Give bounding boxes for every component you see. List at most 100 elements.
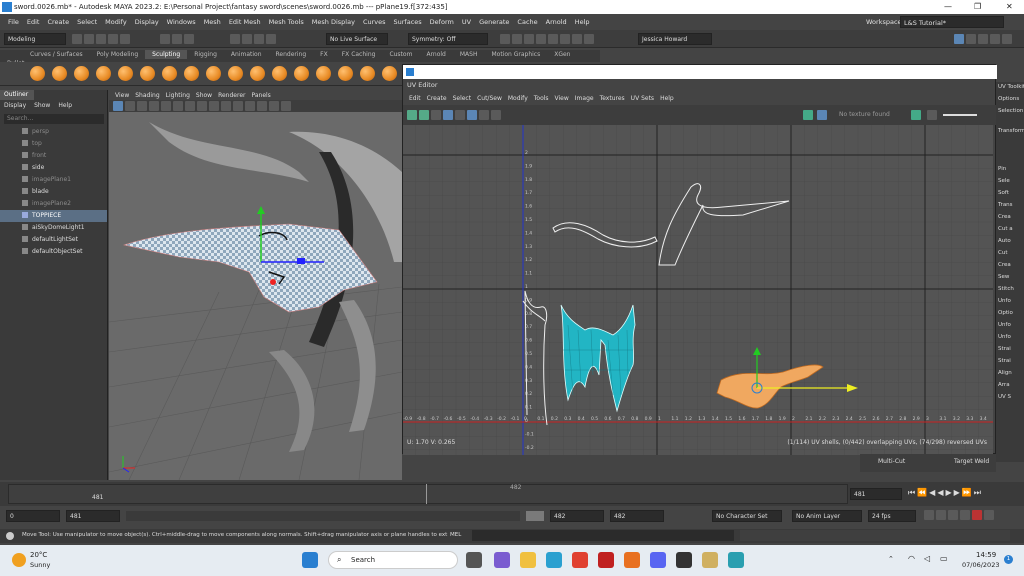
viewport-menu-show[interactable]: Show bbox=[196, 92, 212, 99]
uv-menu-view[interactable]: View bbox=[555, 95, 569, 102]
uv-toolkit-button[interactable]: Crea bbox=[996, 260, 1024, 272]
shelf-tab[interactable]: MASH bbox=[453, 50, 485, 59]
uv-texture-toggle-icon[interactable] bbox=[803, 110, 813, 120]
target-weld-button[interactable]: Target Weld bbox=[954, 458, 989, 465]
textured-icon[interactable] bbox=[221, 101, 231, 111]
discord-icon[interactable] bbox=[650, 552, 666, 568]
hypershade-icon[interactable] bbox=[536, 34, 546, 44]
outliner-item[interactable]: front bbox=[0, 150, 107, 162]
go-to-end-icon[interactable]: ⏭ bbox=[974, 488, 983, 497]
start-icon[interactable] bbox=[302, 552, 318, 568]
uv-toolkit-button[interactable]: Strai bbox=[996, 356, 1024, 368]
menu-modify[interactable]: Modify bbox=[105, 18, 127, 26]
close-button[interactable]: ✕ bbox=[1006, 2, 1013, 11]
outliner-toggle-icon[interactable] bbox=[1002, 34, 1012, 44]
knife-tool-icon[interactable] bbox=[316, 66, 331, 81]
clock-time[interactable]: 14:59 bbox=[976, 551, 996, 559]
live-surface-select[interactable]: No Live Surface bbox=[326, 33, 388, 45]
outliner-menu-show[interactable]: Show bbox=[34, 102, 50, 109]
mcafee-icon[interactable] bbox=[598, 552, 614, 568]
smooth-tool-icon[interactable] bbox=[52, 66, 67, 81]
menu-cache[interactable]: Cache bbox=[517, 18, 537, 26]
maximize-button[interactable]: ❐ bbox=[974, 2, 981, 11]
uv-toolkit-section[interactable]: Trans bbox=[996, 200, 1024, 212]
outliner-item[interactable]: aiSkyDomeLight1 bbox=[0, 222, 107, 234]
anim-layer-select[interactable]: No Anim Layer bbox=[792, 510, 862, 522]
play-forward-icon[interactable]: ▶ bbox=[945, 488, 953, 497]
menu-create[interactable]: Create bbox=[47, 18, 69, 26]
attribute-editor-icon[interactable] bbox=[966, 34, 976, 44]
viewport-menu-lighting[interactable]: Lighting bbox=[166, 92, 190, 99]
channel-box-icon[interactable] bbox=[990, 34, 1000, 44]
fill-tool-icon[interactable] bbox=[294, 66, 309, 81]
viewport-menu-panels[interactable]: Panels bbox=[251, 92, 270, 99]
viewport-menu-view[interactable]: View bbox=[115, 92, 129, 99]
edge-icon[interactable] bbox=[546, 552, 562, 568]
resolution-gate-icon[interactable] bbox=[185, 101, 195, 111]
shelf-tab[interactable]: Curves / Surfaces bbox=[0, 50, 90, 59]
file-explorer-icon[interactable] bbox=[520, 552, 536, 568]
step-forward-key-icon[interactable]: ⏩ bbox=[962, 488, 974, 497]
uv-toolkit-item[interactable]: Transform bbox=[996, 126, 1024, 138]
shadows-icon[interactable] bbox=[245, 101, 255, 111]
exposure-icon[interactable] bbox=[927, 110, 937, 120]
workspace-select[interactable]: L&S Tutorial* bbox=[900, 16, 1004, 28]
select-hierarchy-icon[interactable] bbox=[160, 34, 170, 44]
menu-curves[interactable]: Curves bbox=[363, 18, 386, 26]
wifi-icon[interactable]: ◠ bbox=[908, 554, 915, 563]
menu-edit[interactable]: Edit bbox=[27, 18, 40, 26]
uv-toolkit-section[interactable]: Unfo bbox=[996, 296, 1024, 308]
uv-pixel-snap-icon[interactable] bbox=[455, 110, 465, 120]
pause-icon[interactable] bbox=[584, 34, 594, 44]
shelf-tab[interactable]: FX bbox=[313, 50, 335, 59]
camera-select-icon[interactable] bbox=[113, 101, 123, 111]
shelf-tab[interactable]: Motion Graphics bbox=[484, 50, 547, 59]
uv-toolkit-section[interactable]: Cut a bbox=[996, 224, 1024, 236]
key-record-icon[interactable] bbox=[972, 510, 982, 520]
shelf-tab[interactable]: Poly Modeling bbox=[90, 50, 146, 59]
select-component-icon[interactable] bbox=[184, 34, 194, 44]
uv-toolkit-button[interactable]: Unfo bbox=[996, 332, 1024, 344]
render-settings-icon[interactable] bbox=[524, 34, 534, 44]
uv-checker-icon[interactable] bbox=[431, 110, 441, 120]
repeat-tool-icon[interactable] bbox=[206, 66, 221, 81]
menu-mesh[interactable]: Mesh bbox=[204, 18, 221, 26]
app-icon[interactable] bbox=[676, 552, 692, 568]
firefox-icon[interactable] bbox=[624, 552, 640, 568]
snap-point-icon[interactable] bbox=[254, 34, 264, 44]
playback-end-field[interactable]: 482 bbox=[550, 510, 604, 522]
auto-key-icon[interactable] bbox=[948, 510, 958, 520]
bulge-tool-icon[interactable] bbox=[360, 66, 375, 81]
time-slider[interactable]: 481 482 481 ⏮⏪◀◀▶▶⏩⏭ bbox=[0, 482, 1024, 506]
menu-generate[interactable]: Generate bbox=[479, 18, 509, 26]
multi-cut-button[interactable]: Multi-Cut bbox=[878, 458, 905, 465]
uv-checker-toggle-icon[interactable] bbox=[817, 110, 827, 120]
sound-icon[interactable] bbox=[936, 510, 946, 520]
ao-icon[interactable] bbox=[257, 101, 267, 111]
time-slider-track[interactable] bbox=[8, 484, 848, 504]
foamy-tool-icon[interactable] bbox=[162, 66, 177, 81]
smear-tool-icon[interactable] bbox=[338, 66, 353, 81]
task-view-icon[interactable] bbox=[466, 552, 482, 568]
xray-icon[interactable] bbox=[281, 101, 291, 111]
open-scene-icon[interactable] bbox=[84, 34, 94, 44]
outliner-item[interactable]: defaultLightSet bbox=[0, 234, 107, 246]
outliner-item-selected[interactable]: TOPPIECE bbox=[0, 210, 107, 222]
maya-taskbar-icon[interactable] bbox=[728, 552, 744, 568]
tray-chevron-icon[interactable]: ⌃ bbox=[888, 555, 894, 563]
new-scene-icon[interactable] bbox=[72, 34, 82, 44]
redo-icon[interactable] bbox=[120, 34, 130, 44]
render-view-icon[interactable] bbox=[548, 34, 558, 44]
perspective-viewport[interactable]: View Shading Lighting Show Renderer Pane… bbox=[109, 90, 402, 480]
menu-surfaces[interactable]: Surfaces bbox=[394, 18, 422, 26]
snap-curve-icon[interactable] bbox=[242, 34, 252, 44]
uv-isolate-icon[interactable] bbox=[467, 110, 477, 120]
render-frame-icon[interactable] bbox=[500, 34, 510, 44]
arnold-render-icon[interactable] bbox=[560, 34, 570, 44]
loop-icon[interactable] bbox=[924, 510, 934, 520]
clock-date[interactable]: 07/06/2023 bbox=[962, 561, 999, 569]
outliner-item[interactable]: side bbox=[0, 162, 107, 174]
shelf-tab[interactable]: Rendering bbox=[269, 50, 314, 59]
mode-select[interactable]: Modeling bbox=[4, 33, 66, 45]
scrape-tool-icon[interactable] bbox=[272, 66, 287, 81]
